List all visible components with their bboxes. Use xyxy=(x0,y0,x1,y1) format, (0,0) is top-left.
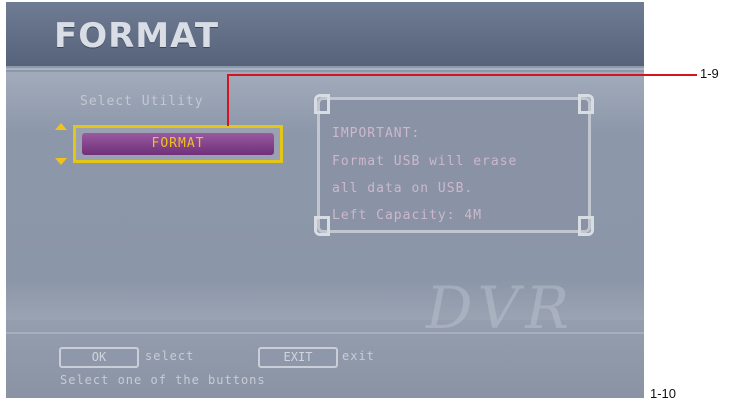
callout-label-bottom: 1-10 xyxy=(650,386,677,401)
ok-key-label: select xyxy=(145,349,195,363)
section-label: Select Utility xyxy=(80,94,204,109)
corner-decoration xyxy=(578,94,594,114)
footer-hint: Select one of the buttons xyxy=(60,373,266,387)
callout-leader-horizontal xyxy=(227,74,697,76)
footer-divider xyxy=(6,332,644,334)
exit-key-label: exit xyxy=(342,349,375,363)
info-capacity: Left Capacity: 4M xyxy=(332,208,483,223)
callout-label-top: 1-9 xyxy=(700,66,719,81)
info-panel: IMPORTANT: Format USB will erase all dat… xyxy=(314,94,594,236)
info-line: all data on USB. xyxy=(332,181,474,196)
format-button[interactable]: FORMAT xyxy=(82,133,274,155)
format-selection-frame: FORMAT xyxy=(73,125,283,163)
format-screen: FORMAT Select Utility FORMAT IMPORTANT: … xyxy=(6,2,644,398)
info-line: Format USB will erase xyxy=(332,154,518,169)
header-bar: FORMAT xyxy=(6,2,644,66)
info-heading: IMPORTANT: xyxy=(332,126,421,141)
callout-leader-vertical xyxy=(227,74,229,126)
corner-decoration xyxy=(578,216,594,236)
ok-key-button[interactable]: OK xyxy=(59,347,139,368)
page-title: FORMAT xyxy=(54,16,220,56)
arrow-down-icon[interactable] xyxy=(55,158,67,165)
exit-key-button[interactable]: EXIT xyxy=(258,347,338,368)
corner-decoration xyxy=(314,216,330,236)
corner-decoration xyxy=(314,94,330,114)
arrow-up-icon[interactable] xyxy=(55,123,67,130)
header-divider xyxy=(6,68,644,70)
